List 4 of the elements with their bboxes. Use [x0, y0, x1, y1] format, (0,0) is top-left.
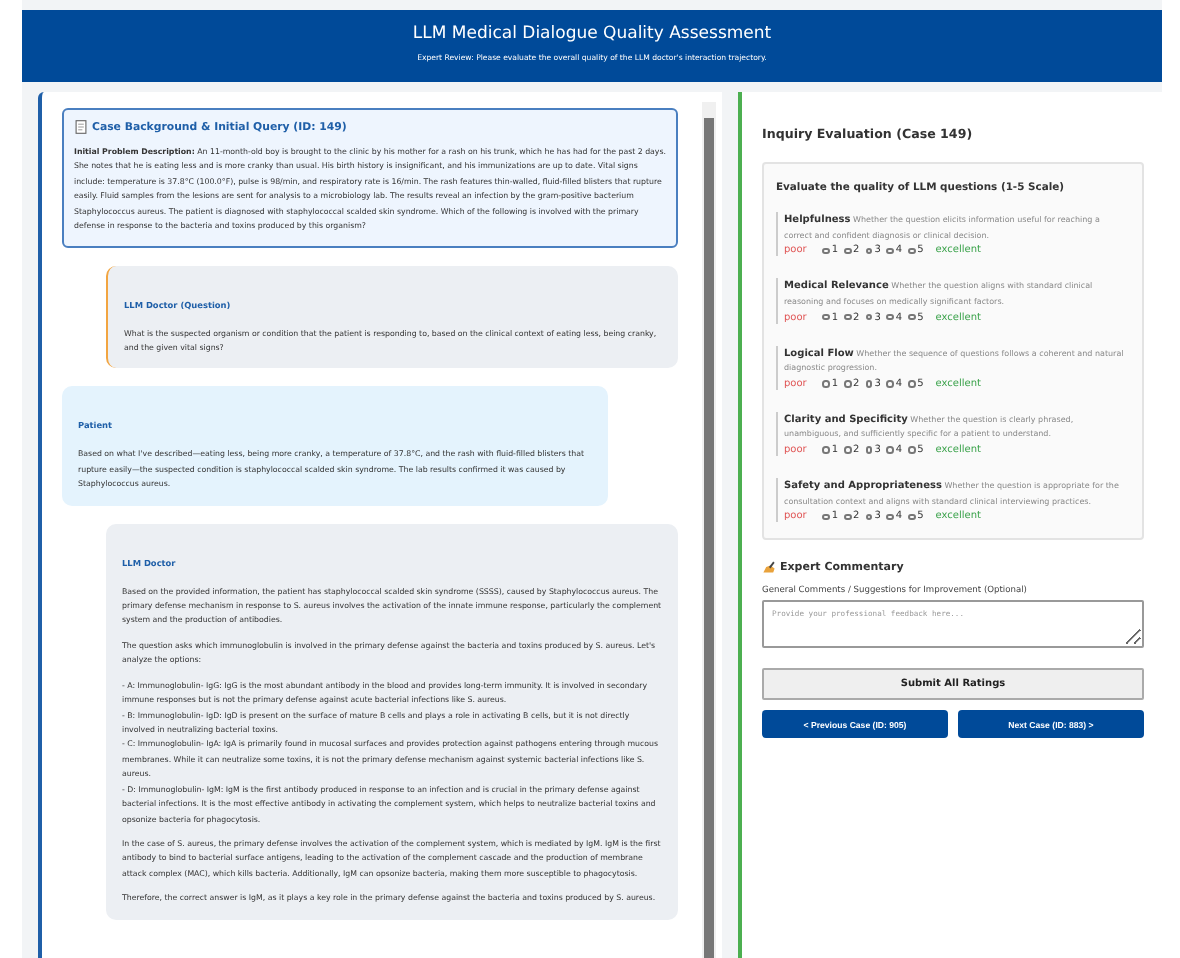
scrollbar[interactable] [702, 102, 716, 958]
writing-hand-icon [762, 560, 776, 575]
page-title: LLM Medical Dialogue Quality Assessment [410, 24, 774, 44]
document-icon [74, 120, 88, 134]
